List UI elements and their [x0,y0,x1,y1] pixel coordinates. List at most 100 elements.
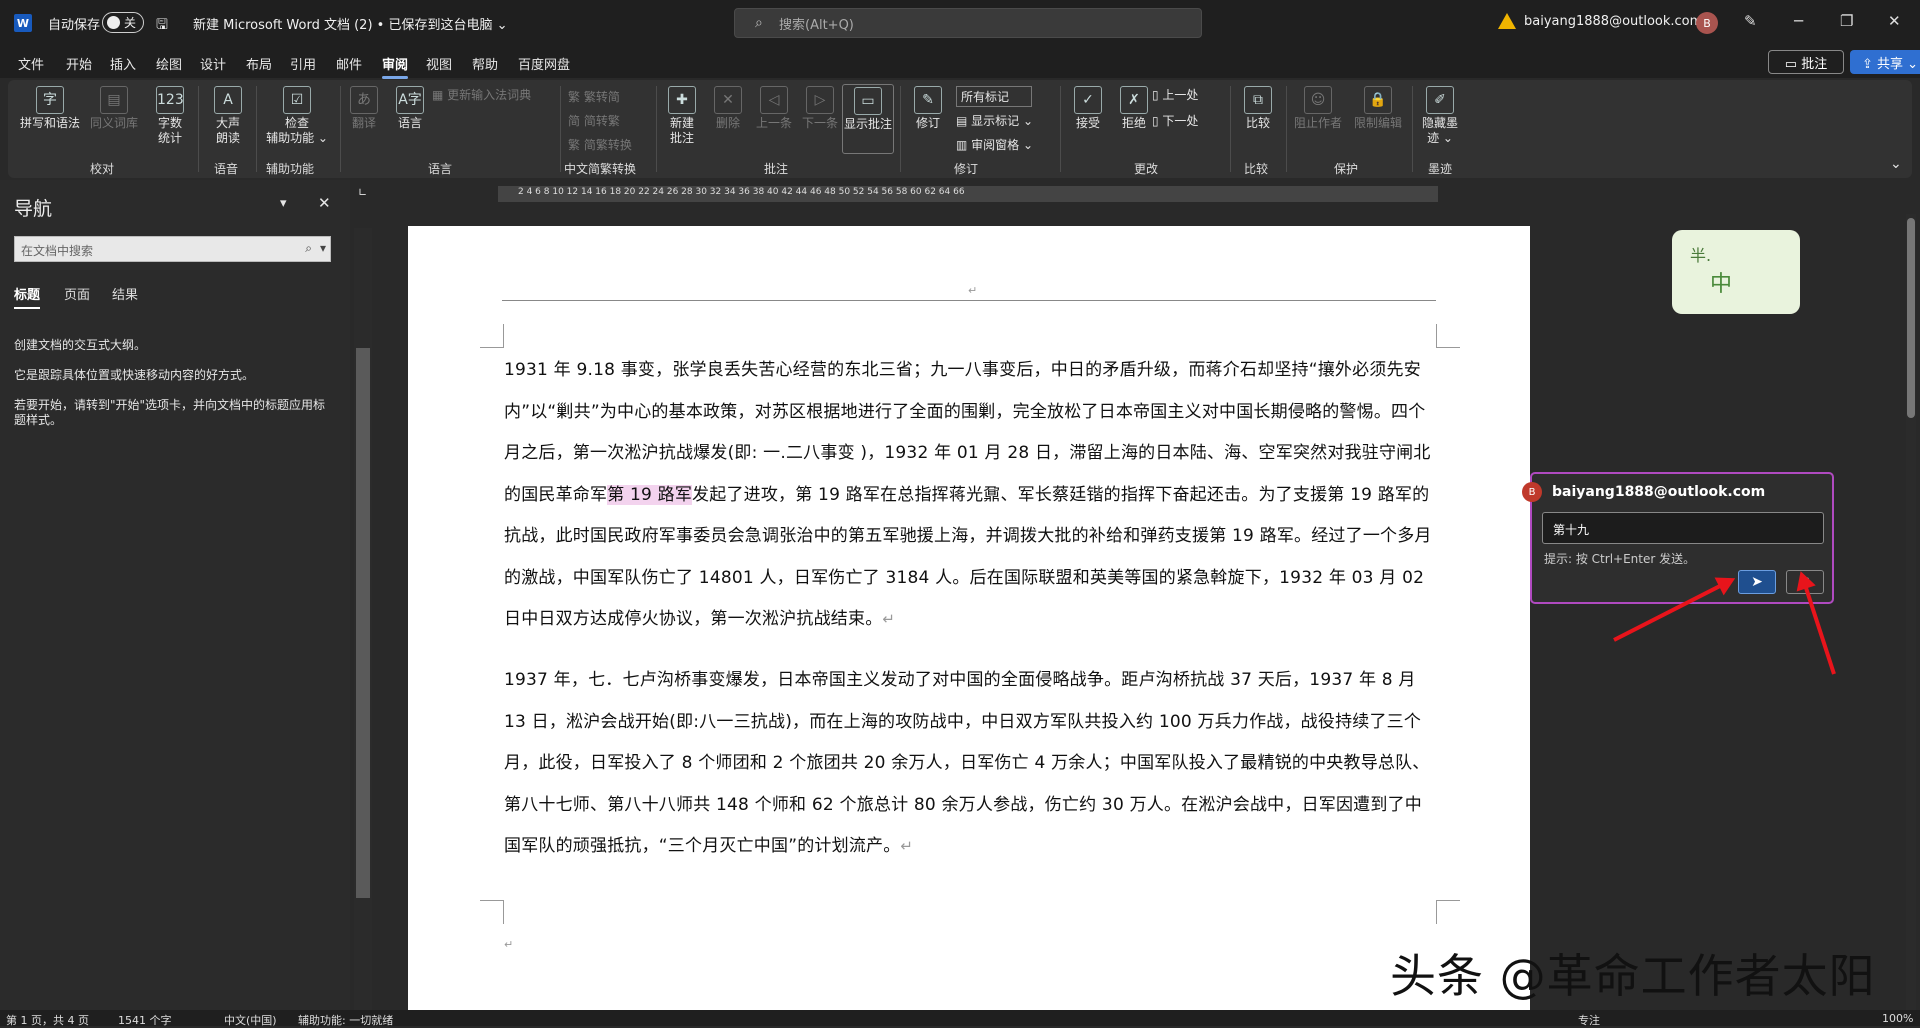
nav-search-input[interactable]: 在文档中搜索 ⌕ ▾ [14,236,331,262]
collapse-ribbon-icon[interactable]: ⌄ [1890,156,1902,172]
spelling-button[interactable]: 字拼写和语法 [20,86,80,131]
comment-input[interactable]: 第十九 [1542,512,1824,544]
reject-button[interactable]: ✗ 拒绝 [1112,86,1156,131]
hide-ink-button[interactable]: ✐ 隐藏墨 迹 ⌄ [1416,86,1464,146]
restore-icon[interactable]: ❐ [1840,12,1853,30]
status-bar: 第 1 页，共 4 页 1541 个字 中文(中国) 辅助功能: 一切就绪 专注… [0,1010,1920,1027]
speech-group-label: 语音 [214,162,239,176]
accept-icon: ✓ [1074,86,1102,114]
separator [656,86,657,172]
paragraph-2-text: 1937 年，七．七卢沟桥事变爆发，日本帝国主义发动了对中国的全面侵略战争。距卢… [504,670,1430,856]
tab-home[interactable]: 开始 [66,54,92,73]
chevron-down-icon[interactable]: ▾ [320,241,326,255]
margin-corner [480,900,504,924]
track-changes-button[interactable]: ✎ 修订 [906,86,950,131]
compare-icon: ⧉ [1244,86,1272,114]
selected-highlight[interactable]: 第 19 路军 [607,484,693,505]
minimize-icon[interactable]: ─ [1794,12,1803,30]
share-button[interactable]: ⇪ 共享 ⌄ [1850,50,1920,74]
tab-design[interactable]: 设计 [200,54,226,73]
nav-hint-3: 若要开始，请转到"开始"选项卡，并向文档中的标题应用标题样式。 [14,398,326,427]
nav-tab-pages[interactable]: 页面 [64,284,90,303]
markup-select[interactable]: 所有标记 [956,86,1033,107]
nav-hint-2: 它是跟踪具体位置或快速移动内容的好方式。 [14,368,255,382]
nav-search-icon[interactable]: ⌕ [305,241,312,256]
pen-icon[interactable]: ✎ [1744,12,1757,30]
avatar[interactable]: B [1696,12,1718,34]
tab-file[interactable]: 文件 [18,54,44,73]
protect-group-label: 保护 [1334,162,1359,176]
block-authors-button[interactable]: ☺ 阻止作者 [1290,86,1346,131]
search-input[interactable]: ⌕ 搜索(Alt+Q) [734,8,1202,38]
navigation-pane: 导航 ▾ ✕ 在文档中搜索 ⌕ ▾ 标题 页面 结果 创建文档的交互式大纲。 它是跟… [0,180,350,1010]
prev-comment-button[interactable]: ◁ 上一条 [752,86,796,131]
track-label: 修订 [915,116,940,130]
reject-label: 拒绝 [1121,116,1146,130]
review-pane-button[interactable]: ▥ 审阅窗格 ⌄ [956,136,1033,153]
nav-options-icon[interactable]: ▾ [280,196,287,211]
comment-author: baiyang1888@outlook.com [1552,484,1766,500]
show-comments-label: 显示批注 [843,117,892,131]
nav-tab-results[interactable]: 结果 [112,284,138,303]
send-comment-button[interactable]: ➤ [1738,570,1776,594]
tab-review[interactable]: 审阅 [382,54,409,79]
document-title[interactable]: 新建 Microsoft Word 文档 (2) • 已保存到这台电脑 ⌄ [193,14,507,33]
s2t-button[interactable]: 简 简转繁 [568,112,620,129]
show-markup-label: 显示标记 ⌄ [971,114,1034,128]
ime-label: 更新输入法词典 [447,88,532,102]
nav-close-icon[interactable]: ✕ [318,194,331,212]
t2s-button[interactable]: 繁 繁转简 [568,88,620,105]
scrollbar-thumb[interactable] [1907,218,1915,418]
word-count-button[interactable]: 123 字数 统计 [148,86,192,146]
document-page[interactable]: ↵ 1931 年 9.18 事变，张学良丢失苦心经营的东北三省；九一八事变后，中… [408,226,1530,1026]
zoom-level[interactable]: 100% [1882,1012,1913,1025]
autosave-state: 关 [124,16,137,30]
delete-label: 删除 [715,116,740,130]
accept-button[interactable]: ✓ 接受 [1066,86,1110,131]
paragraph-2[interactable]: 1937 年，七．七卢沟桥事变爆发，日本帝国主义发动了对中国的全面侵略战争。距卢… [504,660,1439,868]
restrict-editing-button[interactable]: 🔒 限制编辑 [1350,86,1406,131]
autosave-toggle[interactable]: 关 [102,12,144,33]
tab-draw[interactable]: 绘图 [156,54,182,73]
translate-button[interactable]: あ翻译 [342,86,386,131]
new-comment-button[interactable]: ✚ 新建 批注 [660,86,704,146]
paragraph-1[interactable]: 1931 年 9.18 事变，张学良丢失苦心经营的东北三省；九一八事变后，中日的… [504,350,1439,641]
show-comments-button[interactable]: ▭ 显示批注 [842,84,894,154]
close-window-icon[interactable]: ✕ [1888,12,1901,30]
comments-button[interactable]: ▭ 批注 [1768,50,1844,74]
tab-references[interactable]: 引用 [290,54,316,73]
language-button[interactable]: A字 语言 [388,86,432,131]
tab-selector-icon[interactable]: ∟ [358,186,367,199]
accessibility-button[interactable]: ☑ 检查 辅助功能 ⌄ [260,86,334,146]
read-aloud-button[interactable]: A 大声 朗读 [206,86,250,146]
vertical-scrollbar[interactable] [1906,214,1916,1010]
next-change-button[interactable]: ▯ 下一处 [1152,112,1198,129]
warning-icon[interactable] [1498,13,1516,29]
tab-help[interactable]: 帮助 [472,54,498,73]
account-name[interactable]: baiyang1888@outlook.com [1524,14,1702,29]
convert-button[interactable]: 繁 简繁转换 [568,136,632,153]
separator [1060,86,1061,172]
ime-dictionary-button[interactable]: ▦ 更新输入法词典 [432,86,531,103]
chinese-group-label: 中文简繁转换 [564,162,637,176]
prev-change-button[interactable]: ▯ 上一处 [1152,86,1198,103]
tab-baidu[interactable]: 百度网盘 [518,54,570,73]
translate-label: 翻译 [351,116,376,130]
margin-corner [1436,900,1460,924]
tab-view[interactable]: 视图 [426,54,452,73]
comments-group-label: 批注 [764,162,789,176]
save-icon[interactable]: 🖫 [156,14,168,38]
search-icon: ⌕ [755,15,763,31]
paragraph-mark: ↵ [900,837,914,855]
tab-layout[interactable]: 布局 [246,54,272,73]
show-markup-button[interactable]: ▤ 显示标记 ⌄ [956,112,1033,129]
compare-button[interactable]: ⧉ 比较 [1236,86,1280,131]
thesaurus-button[interactable]: ▤ 同义词库 [86,86,142,131]
delete-comment-button[interactable]: ✕ 删除 [706,86,750,131]
next-comment-button[interactable]: ▷ 下一条 [798,86,842,131]
tab-insert[interactable]: 插入 [110,54,136,73]
comment-card[interactable]: B baiyang1888@outlook.com 第十九 提示: 按 Ctrl… [1522,472,1834,604]
translate-icon: あ [350,86,378,114]
tab-mailings[interactable]: 邮件 [336,54,362,73]
nav-tab-headings[interactable]: 标题 [14,284,41,309]
